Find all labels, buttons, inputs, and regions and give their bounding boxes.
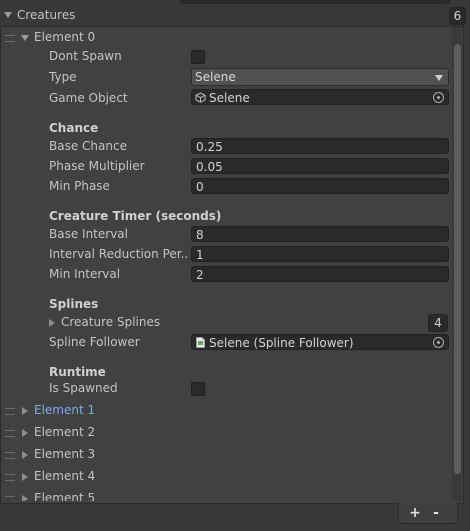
drag-handle-icon[interactable] — [5, 35, 15, 42]
spline-follower-field[interactable]: Selene (Spline Follower) — [191, 334, 449, 350]
dont-spawn-label: Dont Spawn — [49, 49, 122, 63]
element-label[interactable]: Element 5 — [34, 491, 95, 501]
list-item[interactable]: Element 5 — [4, 490, 444, 501]
base-interval-label: Base Interval — [49, 227, 128, 241]
foldout-collapsed-icon[interactable] — [22, 451, 28, 459]
foldout-collapsed-icon[interactable] — [22, 407, 28, 415]
drag-handle-icon[interactable] — [5, 408, 15, 415]
type-value: Selene — [195, 70, 236, 84]
remove-element-button[interactable]: - — [425, 503, 447, 523]
splines-header: Splines — [49, 297, 99, 311]
creature-timer-header: Creature Timer (seconds) — [49, 209, 222, 223]
game-object-value: Selene — [209, 91, 250, 105]
element-0-title[interactable]: Element 0 — [34, 30, 95, 44]
list-item[interactable]: Element 4 — [4, 468, 444, 490]
phase-multiplier-label: Phase Multiplier — [49, 159, 145, 173]
type-label: Type — [49, 70, 77, 84]
min-interval-label: Min Interval — [49, 267, 121, 281]
chance-header: Chance — [49, 121, 99, 135]
list-item[interactable]: Element 2 — [4, 424, 444, 446]
object-picker-icon[interactable] — [433, 92, 444, 103]
scrollbar-thumb[interactable] — [454, 44, 461, 474]
min-phase-label: Min Phase — [49, 179, 110, 193]
interval-reduction-field[interactable]: 1 — [191, 246, 449, 262]
spline-follower-value: Selene (Spline Follower) — [209, 336, 354, 350]
script-file-icon — [196, 337, 205, 348]
runtime-header: Runtime — [49, 365, 106, 379]
spline-follower-label: Spline Follower — [49, 335, 140, 349]
min-interval-field[interactable]: 2 — [191, 266, 449, 282]
foldout-collapsed-icon[interactable] — [22, 473, 28, 481]
base-chance-field[interactable]: 0.25 — [191, 138, 449, 154]
add-element-button[interactable]: + — [404, 503, 426, 523]
list-footer: + - — [398, 503, 458, 524]
base-chance-label: Base Chance — [49, 139, 127, 153]
drag-handle-icon[interactable] — [5, 496, 15, 501]
type-dropdown[interactable]: Selene — [191, 68, 449, 86]
game-object-label: Game Object — [49, 91, 128, 105]
creatures-title: Creatures — [17, 8, 76, 22]
dont-spawn-checkbox[interactable] — [191, 50, 205, 64]
drag-handle-icon[interactable] — [5, 430, 15, 437]
interval-reduction-label: Interval Reduction Per... — [49, 247, 187, 261]
drag-handle-icon[interactable] — [5, 474, 15, 481]
min-phase-field[interactable]: 0 — [191, 178, 449, 194]
element-label[interactable]: Element 3 — [34, 447, 95, 461]
creature-splines-label[interactable]: Creature Splines — [61, 315, 160, 329]
creature-splines-count-field[interactable]: 4 — [428, 314, 448, 332]
base-interval-field[interactable]: 8 — [191, 226, 449, 242]
list-item[interactable]: Element 1 — [4, 402, 444, 424]
foldout-expanded-icon[interactable] — [4, 12, 12, 18]
gameobject-cube-icon — [195, 92, 206, 103]
element-label[interactable]: Element 2 — [34, 425, 95, 439]
element-label[interactable]: Element 1 — [34, 403, 95, 417]
foldout-expanded-icon[interactable] — [21, 35, 29, 41]
is-spawned-checkbox[interactable] — [191, 382, 205, 396]
foldout-collapsed-icon[interactable] — [22, 495, 28, 501]
foldout-collapsed-icon[interactable] — [22, 429, 28, 437]
game-object-field[interactable]: Selene — [191, 89, 449, 105]
element-label[interactable]: Element 4 — [34, 469, 95, 483]
chevron-down-icon — [435, 75, 443, 81]
list-item[interactable]: Element 3 — [4, 446, 444, 468]
phase-multiplier-field[interactable]: 0.05 — [191, 158, 449, 174]
is-spawned-label: Is Spawned — [49, 381, 118, 395]
foldout-collapsed-icon[interactable] — [49, 319, 55, 327]
creatures-foldout-header[interactable]: Creatures 6 — [0, 4, 470, 26]
creatures-count-field[interactable]: 6 — [449, 7, 466, 25]
drag-handle-icon[interactable] — [5, 452, 15, 459]
object-picker-icon[interactable] — [433, 337, 444, 348]
